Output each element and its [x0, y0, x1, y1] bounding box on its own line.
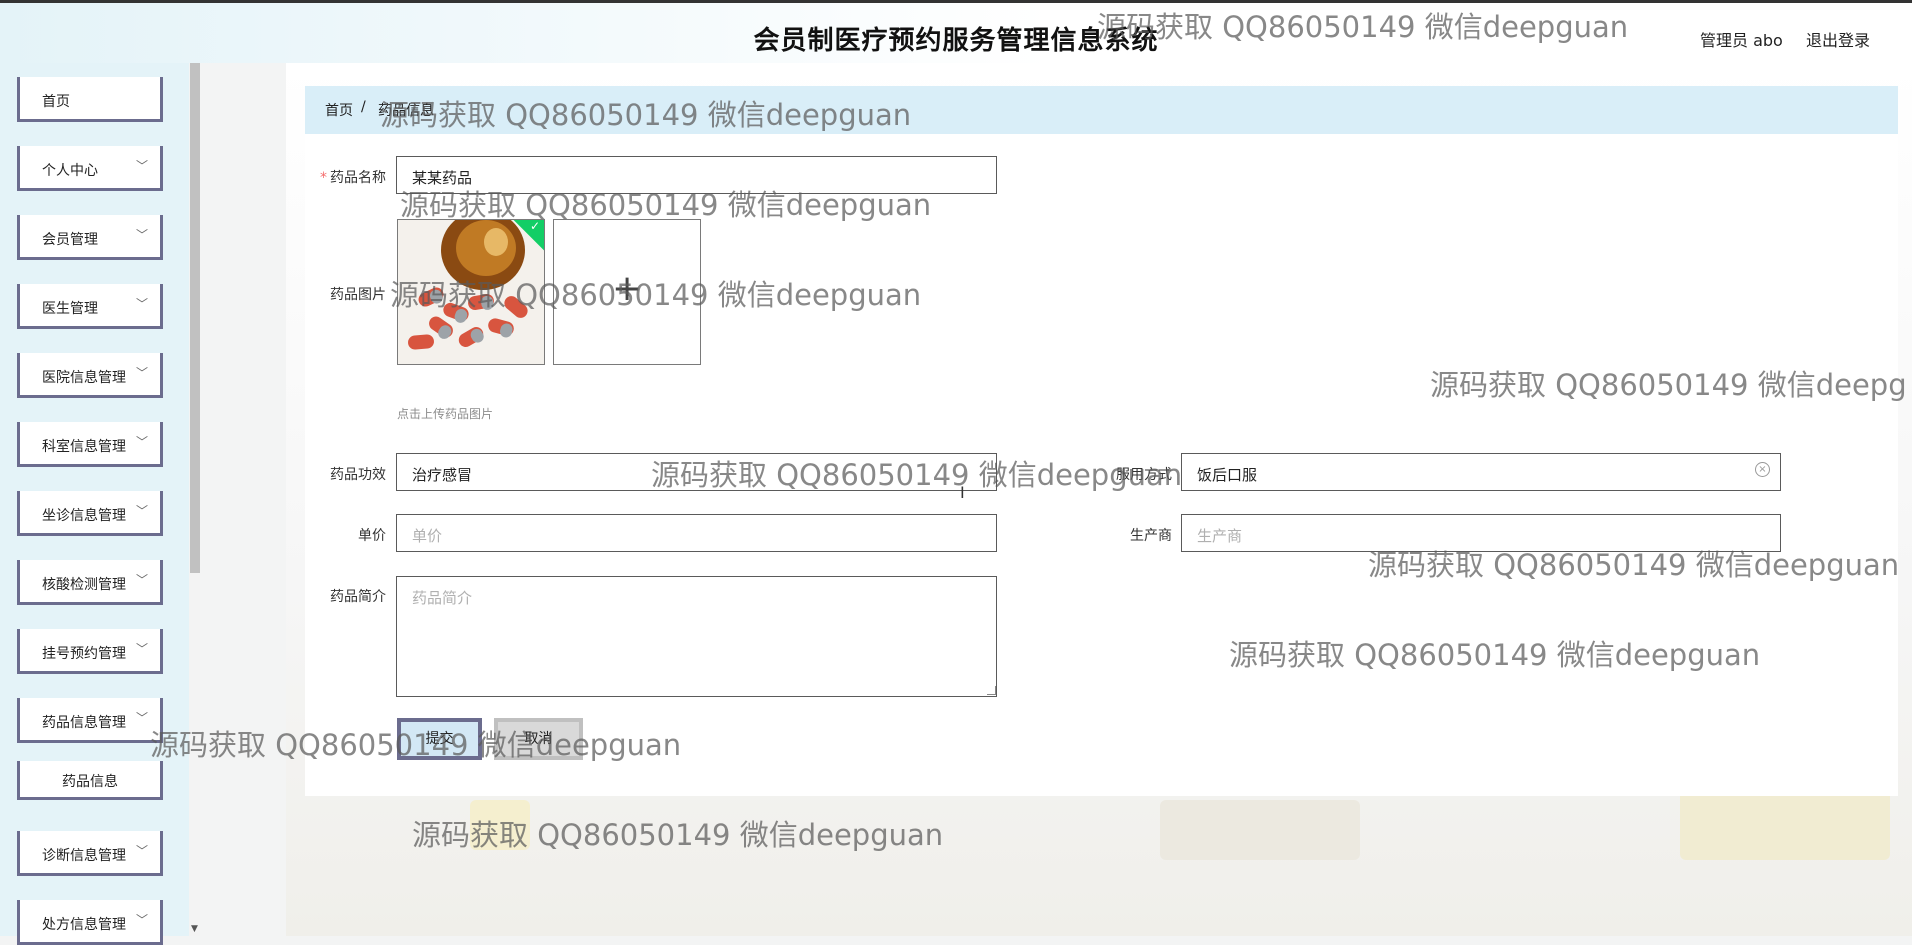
chevron-down-icon: ﹀	[135, 435, 148, 449]
usage-input[interactable]: 饭后口服	[1181, 453, 1781, 491]
submit-button[interactable]: 提交	[397, 718, 482, 760]
price-label: 单价	[358, 528, 386, 544]
sidebar-item-doctor-management[interactable]: 医生管理 ﹀	[17, 284, 163, 329]
sidebar-item-clinic-schedule[interactable]: 坐诊信息管理 ﹀	[17, 491, 163, 536]
manufacturer-label: 生产商	[1130, 528, 1172, 544]
price-input[interactable]: 单价	[396, 514, 997, 552]
sidebar-item-personal-center[interactable]: 个人中心 ﹀	[17, 146, 163, 191]
sidebar-subitem-label: 药品信息	[62, 774, 118, 790]
drug-image-label: 药品图片	[330, 287, 386, 303]
upload-hint: 点击上传药品图片	[397, 407, 494, 421]
sidebar-item-home[interactable]: 首页	[17, 77, 163, 122]
sidebar-scrollbar-thumb[interactable]	[190, 63, 200, 573]
sidebar-item-nucleic-test[interactable]: 核酸检测管理 ﹀	[17, 560, 163, 605]
breadcrumb-current: 药品信息	[378, 103, 434, 119]
sidebar-item-label: 个人中心	[42, 163, 98, 179]
sidebar-item-hospital-info[interactable]: 医院信息管理 ﹀	[17, 353, 163, 398]
scroll-down-arrow-icon[interactable]: ▼	[191, 924, 198, 934]
drug-image-thumbnail[interactable]	[397, 219, 545, 365]
sidebar-item-label: 医院信息管理	[42, 370, 126, 386]
manufacturer-input[interactable]: 生产商	[1181, 514, 1781, 552]
sidebar-item-label: 坐诊信息管理	[42, 508, 126, 524]
sidebar-item-label: 会员管理	[42, 232, 98, 248]
drug-name-label: * 药品名称	[306, 167, 386, 187]
intro-textarea[interactable]: 药品简介	[396, 576, 997, 697]
required-asterisk: *	[320, 170, 327, 186]
sidebar-item-label: 科室信息管理	[42, 439, 126, 455]
chevron-down-icon: ﹀	[135, 844, 148, 858]
efficacy-input[interactable]: 治疗感冒	[396, 453, 997, 491]
cancel-button[interactable]: 取消	[494, 718, 583, 760]
sidebar-item-diagnosis[interactable]: 诊断信息管理 ﹀	[17, 831, 163, 876]
sidebar-item-registration[interactable]: 挂号预约管理 ﹀	[17, 629, 163, 674]
breadcrumb-home[interactable]: 首页	[325, 100, 353, 120]
intro-label: 药品简介	[330, 589, 386, 605]
chevron-down-icon: ﹀	[135, 504, 148, 518]
sidebar-item-label: 诊断信息管理	[42, 848, 126, 864]
breadcrumb	[305, 86, 1898, 134]
app-title: 会员制医疗预约服务管理信息系统	[753, 26, 1159, 56]
sidebar-item-label: 首页	[42, 94, 70, 110]
chevron-down-icon: ﹀	[135, 159, 148, 173]
chevron-down-icon: ﹀	[135, 913, 148, 927]
sidebar-item-department-info[interactable]: 科室信息管理 ﹀	[17, 422, 163, 467]
sidebar-item-label: 挂号预约管理	[42, 646, 126, 662]
user-label: 管理员 abo	[1700, 31, 1783, 50]
background-decoration	[470, 800, 530, 850]
sidebar-item-label: 药品信息管理	[42, 715, 126, 731]
chevron-down-icon: ﹀	[135, 642, 148, 656]
chevron-down-icon: ﹀	[135, 711, 148, 725]
background-decoration	[1160, 800, 1360, 860]
chevron-down-icon: ﹀	[135, 228, 148, 242]
efficacy-label: 药品功效	[330, 467, 386, 483]
drug-name-input[interactable]: 某某药品	[396, 156, 997, 194]
sidebar-item-member-management[interactable]: 会员管理 ﹀	[17, 215, 163, 260]
sidebar-item-drug-info-management[interactable]: 药品信息管理 ﹀	[17, 698, 163, 743]
sidebar-item-label: 医生管理	[42, 301, 98, 317]
chevron-down-icon: ﹀	[135, 573, 148, 587]
header: 会员制医疗预约服务管理信息系统 管理员 abo 退出登录	[0, 3, 1912, 63]
chevron-down-icon: ﹀	[135, 297, 148, 311]
logout-link[interactable]: 退出登录	[1806, 27, 1870, 51]
sidebar-item-label: 处方信息管理	[42, 917, 126, 933]
resize-handle-icon[interactable]	[987, 686, 996, 695]
breadcrumb-separator: /	[361, 99, 366, 115]
plus-icon: +	[612, 268, 643, 309]
background-decoration	[1680, 790, 1890, 860]
usage-label: 服用方式	[1116, 467, 1172, 483]
chevron-down-icon: ﹀	[135, 366, 148, 380]
sidebar-subitem-drug-info[interactable]: 药品信息	[17, 761, 163, 800]
check-icon: ✓	[530, 219, 541, 233]
sidebar-item-prescription[interactable]: 处方信息管理 ﹀	[17, 900, 163, 945]
sidebar-item-label: 核酸检测管理	[42, 577, 126, 593]
clear-icon[interactable]: ×	[1755, 462, 1770, 477]
pill-bottle-image	[398, 220, 544, 364]
drug-name-label-text: 药品名称	[330, 170, 386, 186]
text-cursor-icon: I	[960, 483, 965, 502]
